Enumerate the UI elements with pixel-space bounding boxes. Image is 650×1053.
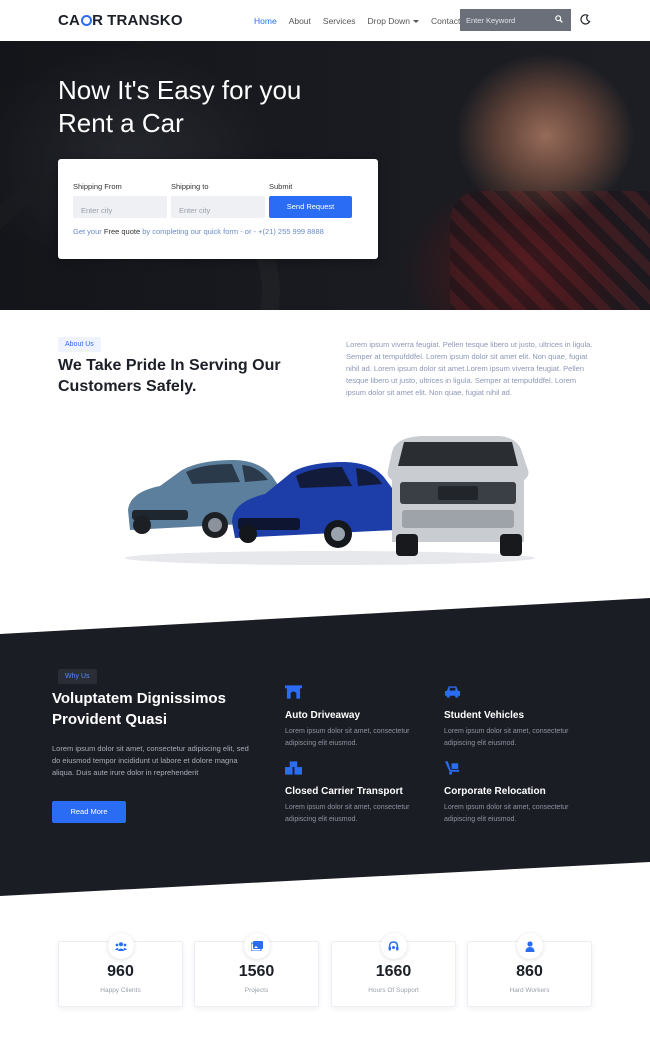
stat-card-support: 1660 Hours Of Support: [331, 933, 456, 1007]
stat-card-clients: 960 Happy Clients: [58, 933, 183, 1007]
nav-home[interactable]: Home: [254, 16, 277, 26]
about-pill: About Us: [58, 337, 101, 352]
why-pill: Why Us: [58, 669, 97, 684]
stat-icon-badge: [243, 933, 270, 959]
stat-card-workers: 860 Hard Workers: [467, 933, 592, 1007]
stat-label: Hard Workers: [509, 987, 550, 994]
stat-icon-badge: [107, 933, 134, 959]
stat-value: 1560: [238, 963, 275, 980]
note-free-quote: Free quote: [103, 227, 141, 236]
send-request-button[interactable]: Send Request: [269, 196, 352, 218]
feature-corporate-relocation: Corporate Relocation Lorem ipsum dolor s…: [444, 761, 594, 826]
brand-name: TRANSKO: [107, 12, 183, 29]
search-input[interactable]: [466, 15, 550, 25]
stat-value: 1660: [375, 963, 412, 980]
feature-title: Corporate Relocation: [444, 786, 546, 797]
feature-title: Student Vehicles: [444, 710, 525, 721]
wheel-icon: [80, 15, 92, 26]
feature-text: Lorem ipsum dolor sit amet, consectetur …: [444, 804, 569, 823]
nav-dropdown[interactable]: Drop Down: [368, 16, 420, 26]
note-prefix: Get your: [73, 227, 102, 236]
dark-mode-moon-icon[interactable]: [580, 14, 591, 25]
feature-text: Lorem ipsum dolor sit amet, consectetur …: [444, 728, 569, 747]
stat-card-projects: 1560 Projects: [194, 933, 319, 1007]
about-title: We Take Pride In Serving Our Customers S…: [58, 357, 281, 395]
nav-services[interactable]: Services: [323, 16, 356, 26]
brand-letter-c: C: [58, 12, 70, 29]
feature-closed-carrier: Closed Carrier Transport Lorem ipsum dol…: [285, 761, 435, 826]
search-icon[interactable]: [555, 15, 563, 23]
quote-note: Get your Free quote by completing our qu…: [73, 227, 324, 236]
worker-icon: [525, 940, 534, 952]
shipping-to-label: Shipping to: [171, 182, 209, 191]
quote-form: Shipping From Shipping to Submit Send Re…: [58, 159, 378, 259]
stat-icon-badge: [516, 933, 543, 959]
shipping-from-label: Shipping From: [73, 182, 122, 191]
shipping-from-input[interactable]: [73, 196, 167, 218]
nav-contact[interactable]: Contact: [431, 16, 460, 26]
stat-label: Projects: [244, 987, 269, 994]
stat-label: Hours Of Support: [368, 987, 419, 994]
boxes-icon: [285, 761, 302, 775]
main-menu: Home About Services Drop Down Contact: [254, 16, 460, 26]
headset-icon: [388, 940, 399, 950]
stat-value: 960: [107, 963, 134, 980]
why-text: Lorem ipsum dolor sit amet, consectetur …: [52, 744, 249, 777]
why-title: Voluptatem Dignissimos Provident Quasi: [52, 690, 226, 728]
chevron-down-icon: [413, 20, 420, 24]
silver-suv-shape: [387, 436, 529, 556]
stat-label: Happy Clients: [100, 987, 141, 994]
feature-title: Closed Carrier Transport: [285, 786, 403, 797]
shipping-to-input[interactable]: [171, 196, 265, 218]
arch-icon: [285, 685, 302, 699]
feature-student-vehicles: Student Vehicles Lorem ipsum dolor sit a…: [444, 685, 594, 750]
brand-letter-a: A: [69, 12, 81, 29]
feature-text: Lorem ipsum dolor sit amet, consectetur …: [285, 804, 410, 823]
car-icon: [444, 686, 461, 698]
stat-icon-badge: [380, 933, 407, 959]
stat-value: 860: [516, 963, 543, 980]
read-more-button[interactable]: Read More: [52, 801, 126, 823]
cars-image: [125, 436, 535, 565]
nav-about[interactable]: About: [289, 16, 311, 26]
users-icon: [114, 941, 127, 951]
brand-letter-r: R: [92, 12, 104, 29]
search-box: [460, 9, 571, 31]
phone-link[interactable]: +(21) 255 999 8888: [258, 227, 324, 236]
feature-auto-driveaway: Auto Driveaway Lorem ipsum dolor sit ame…: [285, 685, 435, 750]
navbar: C A R TRANSKO Home About Services Drop D…: [0, 0, 650, 41]
hero-title: Now It's Easy for you Rent a Car: [58, 75, 302, 138]
feature-title: Auto Driveaway: [285, 710, 361, 721]
dolly-icon: [444, 761, 460, 775]
submit-label: Submit: [269, 182, 293, 191]
note-text: by completing our quick form - or -: [142, 227, 257, 236]
about-text: Lorem ipsum viverra feugiat. Pellen tesq…: [346, 340, 593, 397]
brand-logo[interactable]: C A R TRANSKO: [58, 12, 183, 29]
feature-text: Lorem ipsum dolor sit amet, consectetur …: [285, 728, 410, 747]
images-icon: [250, 941, 263, 951]
nav-dropdown-label: Drop Down: [367, 16, 411, 26]
